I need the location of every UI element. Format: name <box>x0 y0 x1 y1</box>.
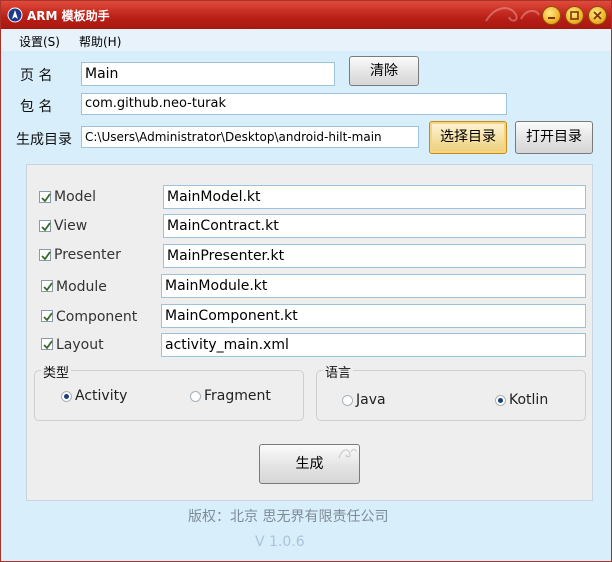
radio-kotlin-label[interactable]: Kotlin <box>509 392 548 408</box>
package-name-input[interactable]: com.github.neo-turak <box>81 93 507 115</box>
checkbox-presenter[interactable] <box>39 249 51 261</box>
type-group-title: 类型 <box>41 362 72 381</box>
input-layout[interactable]: activity_main.xml <box>161 333 586 357</box>
label-presenter: Presenter <box>54 247 121 263</box>
title-bar[interactable]: ARM 模板助手 <box>1 1 611 29</box>
clear-button[interactable]: 清除 <box>349 56 419 86</box>
label-model: Model <box>54 189 97 205</box>
radio-activity-label[interactable]: Activity <box>75 388 127 404</box>
button-ornament-icon <box>338 448 357 459</box>
radio-java-label[interactable]: Java <box>356 392 386 408</box>
clear-button-label: 清除 <box>370 63 398 79</box>
checkbox-model[interactable] <box>39 191 51 203</box>
checkbox-component[interactable] <box>41 310 53 322</box>
close-button[interactable] <box>588 6 607 25</box>
app-icon <box>7 7 23 23</box>
output-dir-input[interactable]: C:\Users\Administrator\Desktop\android-h… <box>81 126 419 148</box>
checkbox-layout[interactable] <box>41 338 53 350</box>
copyright-text: 版权：北京 思无界有限责任公司 <box>188 509 389 525</box>
label-module: Module <box>56 279 107 295</box>
language-group: 语言 Java Kotlin <box>316 362 586 421</box>
menu-bar: 设置(S) 帮助(H) <box>1 29 611 51</box>
label-component: Component <box>56 309 138 325</box>
minimize-button[interactable] <box>542 6 561 25</box>
checkmark-icon <box>41 193 51 203</box>
radio-java[interactable] <box>342 395 353 406</box>
checkmark-icon <box>41 251 51 261</box>
checkbox-view[interactable] <box>39 220 51 232</box>
generate-button-label: 生成 <box>295 456 324 472</box>
input-presenter[interactable]: MainPresenter.kt <box>163 244 586 268</box>
checkmark-icon <box>43 312 53 322</box>
radio-kotlin[interactable] <box>495 395 506 406</box>
radio-fragment-label[interactable]: Fragment <box>204 388 271 404</box>
maximize-button[interactable] <box>565 6 584 25</box>
output-dir-label: 生成目录 <box>16 132 72 148</box>
page-name-label: 页 名 <box>20 68 53 84</box>
choose-dir-label: 选择目录 <box>440 129 496 145</box>
window-title: ARM 模板助手 <box>27 9 110 23</box>
input-model[interactable]: MainModel.kt <box>163 185 586 209</box>
app-window: ARM 模板助手 设置(S) 帮助(H) 页 名 Main 清除 包 名 com… <box>0 0 612 562</box>
radio-activity[interactable] <box>61 391 72 402</box>
version-text: V 1.0.6 <box>255 534 305 550</box>
label-layout: Layout <box>56 337 104 353</box>
close-icon <box>593 11 602 20</box>
choose-dir-button[interactable]: 选择目录 <box>429 121 507 154</box>
language-group-title: 语言 <box>323 362 354 381</box>
titlebar-ornament-icon <box>485 7 540 22</box>
package-name-label: 包 名 <box>20 99 53 115</box>
checkbox-module[interactable] <box>41 280 53 292</box>
options-panel: Model MainModel.kt View MainContract.kt … <box>26 164 593 501</box>
maximize-icon <box>570 11 579 20</box>
page-name-input[interactable]: Main <box>81 62 335 86</box>
checkmark-icon <box>43 282 53 292</box>
checkmark-icon <box>41 222 51 232</box>
menu-help[interactable]: 帮助(H) <box>79 33 121 50</box>
checkmark-icon <box>43 340 53 350</box>
type-group: 类型 Activity Fragment <box>34 362 304 421</box>
generate-button[interactable]: 生成 <box>259 444 360 484</box>
minimize-icon <box>548 17 555 19</box>
open-dir-button[interactable]: 打开目录 <box>515 121 593 154</box>
input-component[interactable]: MainComponent.kt <box>161 304 586 328</box>
radio-fragment[interactable] <box>190 391 201 402</box>
menu-settings[interactable]: 设置(S) <box>19 33 60 50</box>
input-module[interactable]: MainModule.kt <box>161 274 586 298</box>
open-dir-label: 打开目录 <box>526 129 582 145</box>
label-view: View <box>54 218 88 234</box>
input-view[interactable]: MainContract.kt <box>163 214 586 238</box>
